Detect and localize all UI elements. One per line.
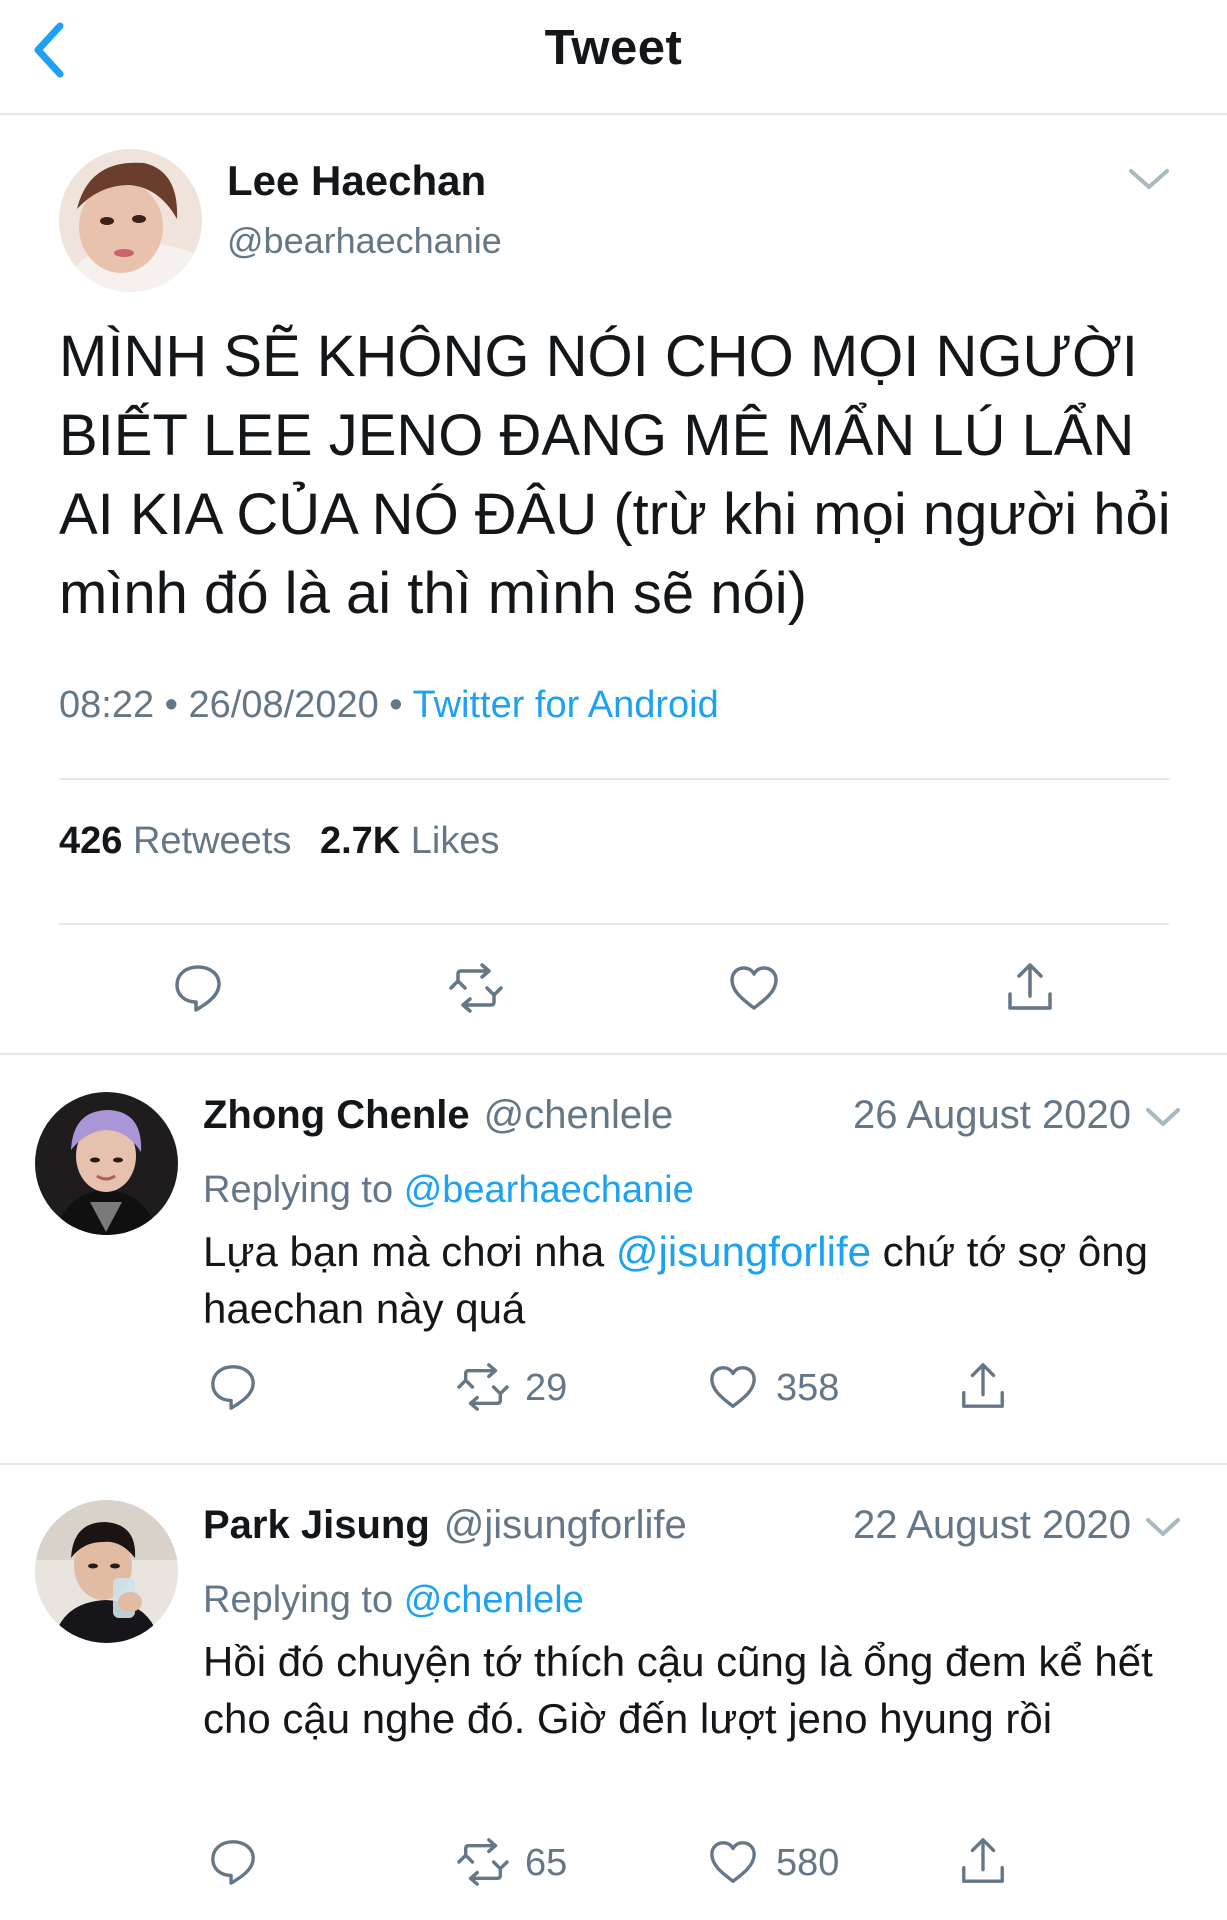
meta-separator: • bbox=[389, 684, 403, 726]
replying-label: Replying to bbox=[203, 1579, 394, 1621]
share-icon[interactable] bbox=[958, 1835, 1008, 1887]
reply-author-handle[interactable]: @jisungforlife bbox=[444, 1503, 687, 1547]
replying-to: Replying to @bearhaechanie bbox=[203, 1169, 694, 1212]
replying-label: Replying to bbox=[203, 1169, 394, 1211]
reply-icon[interactable] bbox=[208, 1362, 258, 1412]
retweets-label[interactable]: Retweets bbox=[133, 820, 291, 862]
divider bbox=[59, 923, 1169, 925]
reply-icon[interactable] bbox=[208, 1837, 258, 1887]
chevron-down-icon[interactable] bbox=[1143, 1507, 1183, 1547]
tweet-time: 08:22 bbox=[59, 684, 155, 726]
like-icon[interactable] bbox=[708, 1837, 758, 1887]
tweet-meta: 08:22 • 26/08/2020 • Twitter for Android bbox=[59, 684, 719, 727]
main-tweet: Lee Haechan @bearhaechanie MÌNH SẼ KHÔNG… bbox=[0, 117, 1227, 1055]
reply-icon[interactable] bbox=[172, 962, 224, 1014]
replying-to: Replying to @chenlele bbox=[203, 1579, 584, 1622]
avatar[interactable] bbox=[59, 149, 202, 292]
retweet-icon[interactable] bbox=[456, 1837, 510, 1887]
top-bar: Tweet bbox=[0, 0, 1227, 115]
reply-date: 26 August 2020 bbox=[852, 1093, 1131, 1137]
tweet-stats: 426 Retweets 2.7K Likes bbox=[59, 820, 518, 863]
meta-separator: • bbox=[164, 684, 178, 726]
page-title: Tweet bbox=[544, 21, 683, 75]
likes-label[interactable]: Likes bbox=[411, 820, 500, 862]
replying-mention[interactable]: @bearhaechanie bbox=[404, 1169, 694, 1211]
reply-author-handle[interactable]: @chenlele bbox=[484, 1093, 674, 1137]
reply-author-name[interactable]: Zhong Chenle bbox=[203, 1093, 470, 1137]
avatar[interactable] bbox=[35, 1092, 178, 1235]
reply-tweet[interactable]: Park Jisung @jisungforlife 22 August 2020… bbox=[0, 1467, 1227, 1920]
reply-text: Hồi đó chuyện tớ thích cậu cũng là ổng đ… bbox=[203, 1638, 1153, 1742]
mention-link[interactable]: @jisungforlife bbox=[616, 1228, 871, 1275]
like-icon[interactable] bbox=[708, 1362, 758, 1412]
share-icon[interactable] bbox=[958, 1360, 1008, 1412]
likes-count[interactable]: 2.7K bbox=[320, 820, 400, 862]
replying-mention[interactable]: @chenlele bbox=[404, 1579, 584, 1621]
retweet-icon[interactable] bbox=[448, 962, 504, 1014]
reply-text-part: Lựa bạn mà chơi nha bbox=[203, 1228, 616, 1275]
tweet-date: 26/08/2020 bbox=[188, 684, 379, 726]
like-count: 358 bbox=[776, 1367, 840, 1409]
reply-tweet[interactable]: Zhong Chenle @chenlele 26 August 2020 Rep… bbox=[0, 1057, 1227, 1465]
reply-author: Zhong Chenle @chenlele bbox=[203, 1093, 673, 1138]
tweet-source-link[interactable]: Twitter for Android bbox=[412, 684, 718, 726]
share-icon[interactable] bbox=[1004, 960, 1056, 1014]
retweet-icon[interactable] bbox=[456, 1362, 510, 1412]
author-name[interactable]: Lee Haechan bbox=[227, 157, 486, 205]
divider bbox=[59, 778, 1169, 780]
retweets-count[interactable]: 426 bbox=[59, 820, 122, 862]
reply-date: 22 August 2020 bbox=[852, 1503, 1131, 1547]
chevron-down-icon[interactable] bbox=[1143, 1097, 1183, 1137]
avatar[interactable] bbox=[35, 1500, 178, 1643]
reply-text: Lựa bạn mà chơi nha @jisungforlife chứ t… bbox=[203, 1223, 1188, 1337]
like-icon[interactable] bbox=[728, 962, 780, 1014]
reply-author-name[interactable]: Park Jisung bbox=[203, 1503, 430, 1547]
retweet-count: 65 bbox=[525, 1842, 568, 1884]
like-count: 580 bbox=[776, 1842, 840, 1884]
retweet-count: 29 bbox=[525, 1367, 568, 1409]
tweet-text: MÌNH SẼ KHÔNG NÓI CHO MỌI NGƯỜI BIẾT LEE… bbox=[59, 324, 1171, 626]
author-handle[interactable]: @bearhaechanie bbox=[227, 220, 502, 262]
reply-author: Park Jisung @jisungforlife bbox=[203, 1503, 687, 1548]
chevron-down-icon[interactable] bbox=[1125, 155, 1173, 203]
